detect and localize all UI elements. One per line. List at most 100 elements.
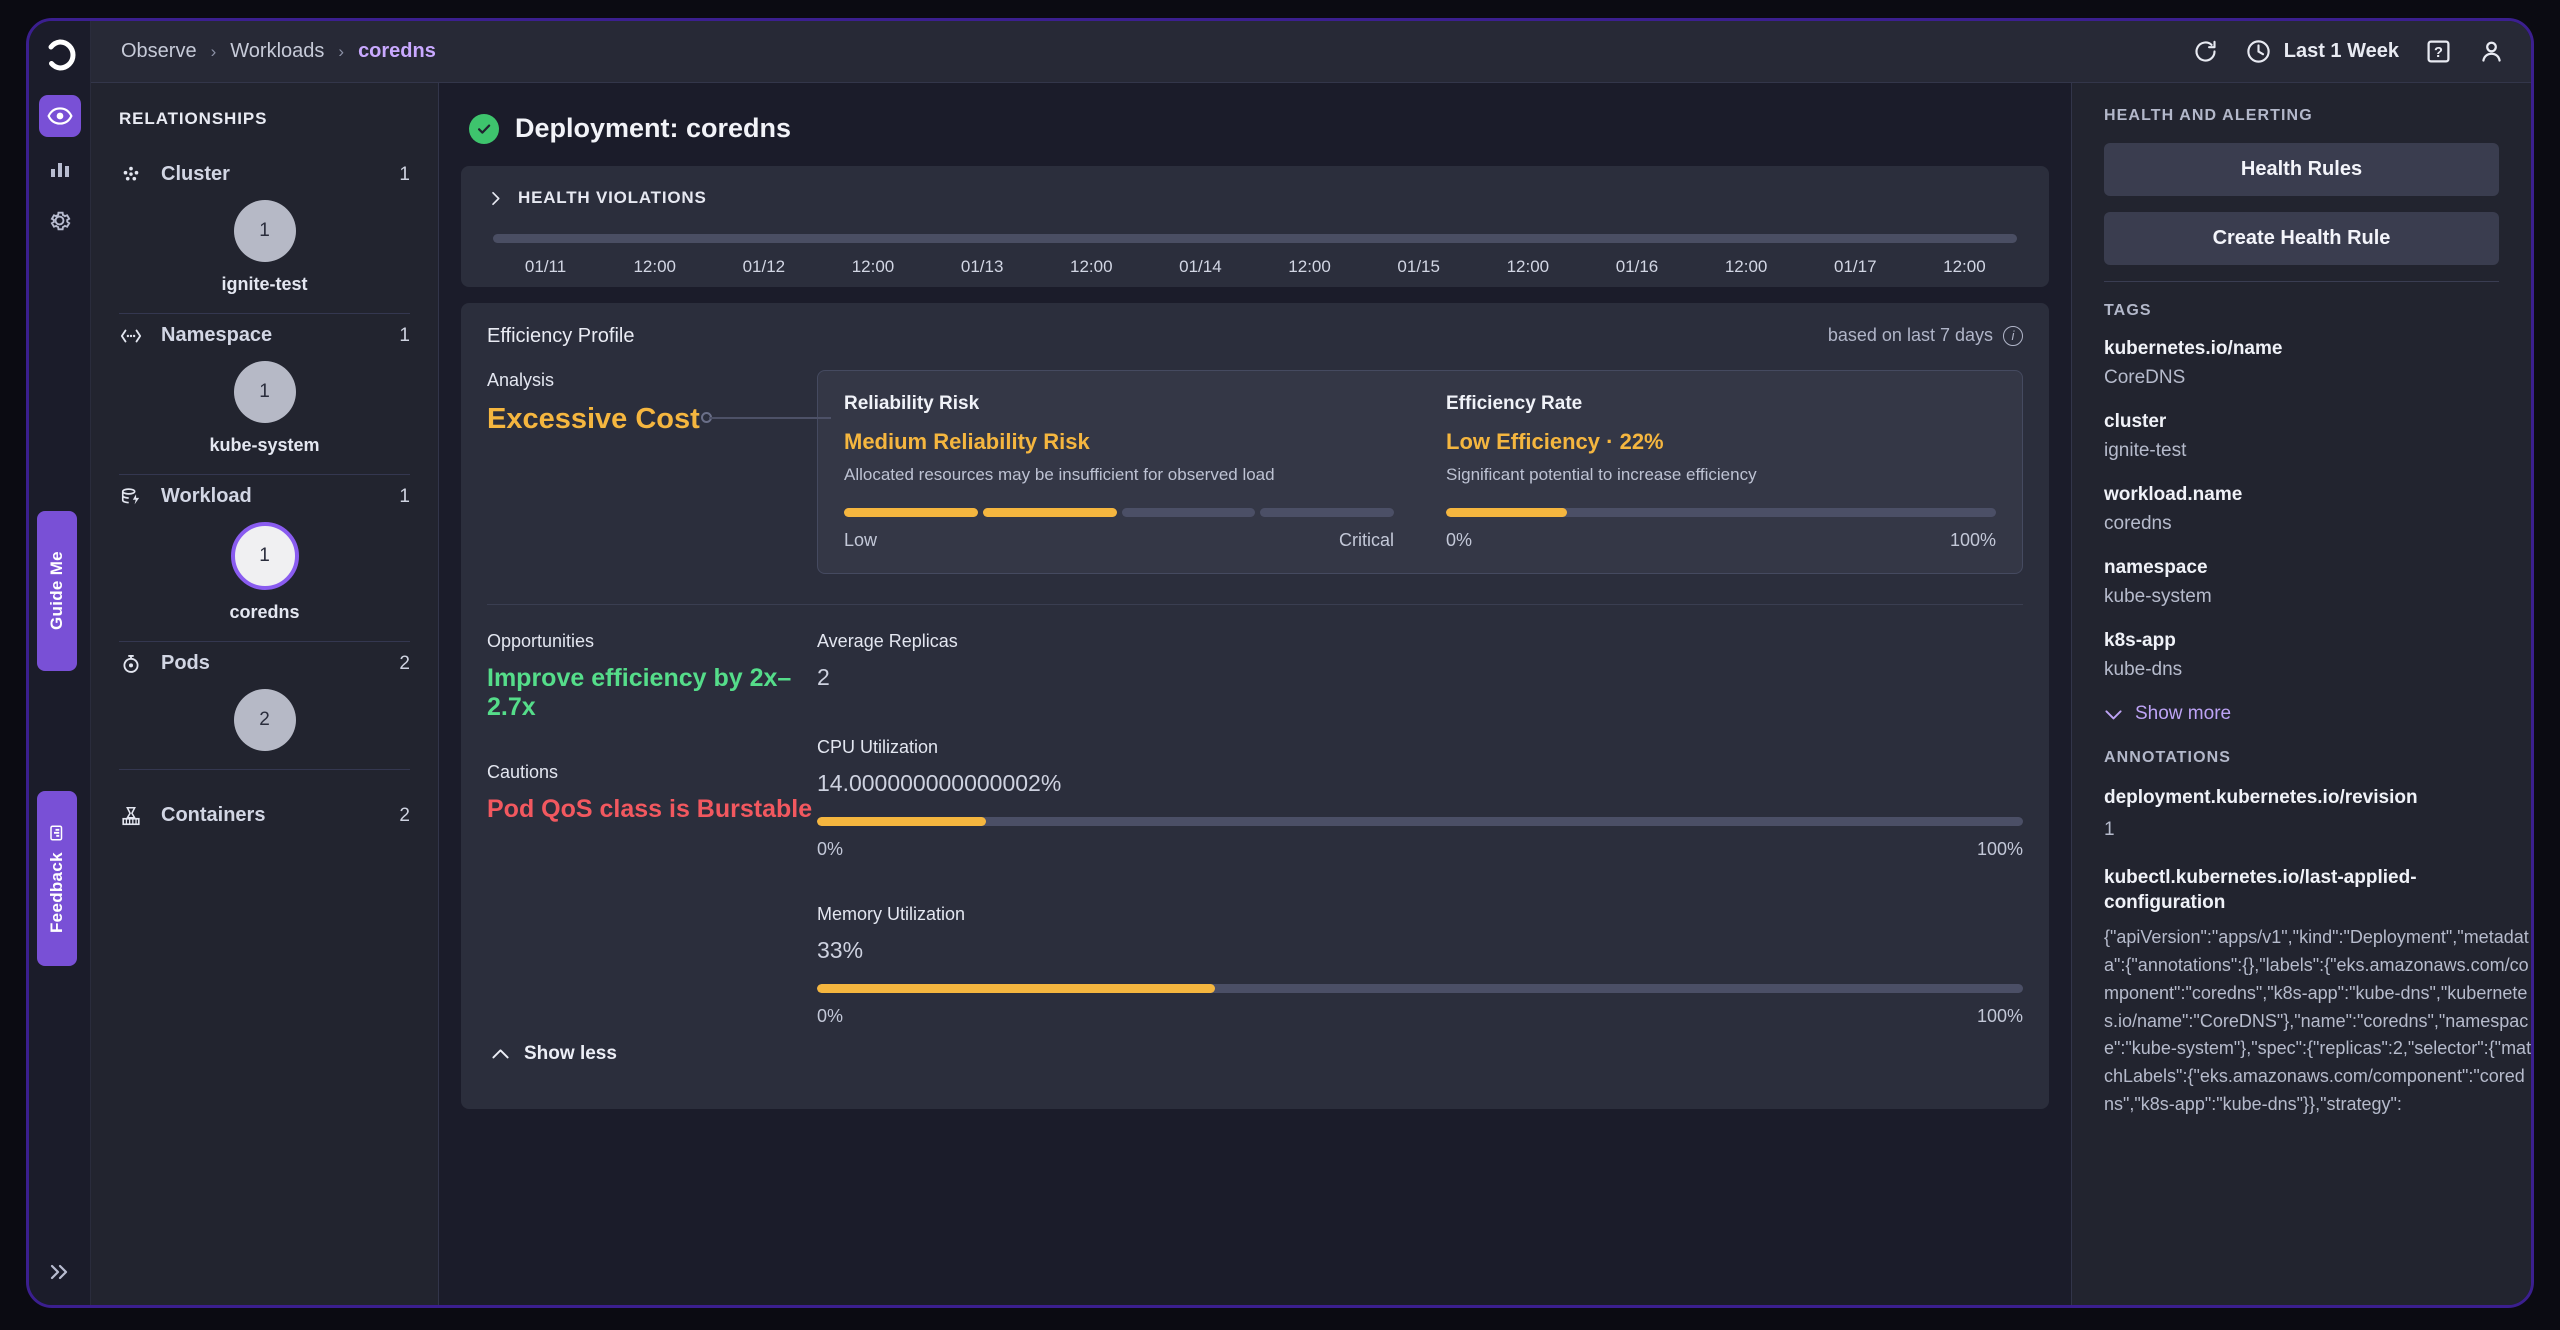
feedback-label: Feedback (47, 852, 66, 933)
cautions-value: Pod QoS class is Burstable (487, 794, 813, 823)
scale-min: 0% (817, 1005, 844, 1026)
center-content: Deployment: coredns HEALTH VIOLATIONS 01… (439, 83, 2071, 1305)
create-health-rule-button[interactable]: Create Health Rule (2104, 212, 2499, 265)
relationship-node[interactable]: 2 (119, 689, 410, 751)
scale-max: 100% (1976, 838, 2023, 859)
axis-tick: 01/14 (1179, 257, 1222, 276)
eye-icon (46, 107, 73, 125)
memory-utilization-block: Memory Utilization 33% 0% 100% (817, 904, 2023, 1027)
scale-min: Low (844, 529, 878, 550)
tag-key: namespace (2104, 557, 2208, 578)
relationship-label: Cluster (161, 163, 230, 185)
segment (1260, 507, 1394, 517)
axis-tick: 01/11 (524, 257, 567, 276)
ignite-logo-icon[interactable] (42, 37, 78, 73)
relationship-count: 2 (399, 804, 410, 826)
relationship-group-workload: Workload 1 1 coredns (119, 477, 410, 642)
svg-text:?: ? (2434, 45, 2443, 61)
efficiency-profile-header: Efficiency Profile based on last 7 days … (487, 325, 2023, 348)
tag-item: kubernetes.io/name CoreDNS (2104, 338, 2499, 389)
annotation-value: 1 (2104, 818, 2115, 840)
analysis-block: Analysis Excessive Cost (487, 370, 817, 574)
app-root: Guide Me Feedback Observe › Workloads › … (0, 0, 2560, 1330)
annotations-title: ANNOTATIONS (2104, 749, 2232, 766)
info-icon[interactable]: i (2003, 325, 2023, 346)
health-rules-button[interactable]: Health Rules (2104, 143, 2499, 196)
health-violations-header[interactable]: HEALTH VIOLATIONS (487, 188, 2023, 208)
rail-item-analytics[interactable] (39, 147, 81, 189)
breadcrumb-observe[interactable]: Observe (121, 40, 197, 63)
main-column: Observe › Workloads › coredns Last 1 Wee… (91, 21, 2531, 1305)
tag-key: cluster (2104, 411, 2167, 432)
refresh-icon[interactable] (2192, 38, 2219, 65)
relationship-count: 2 (399, 652, 410, 674)
node-label: coredns (229, 602, 300, 622)
breadcrumb-separator-icon: › (210, 41, 217, 61)
breadcrumb-workloads[interactable]: Workloads (230, 40, 324, 63)
reliability-risk-panel: Reliability Risk Medium Reliability Risk… (844, 393, 1420, 551)
expand-rail-button[interactable] (29, 1261, 91, 1283)
user-icon[interactable] (2478, 38, 2505, 65)
axis-tick: 01/16 (1615, 257, 1659, 276)
relationship-label: Containers (161, 804, 266, 826)
cpu-utilization-scale: 0% 100% (817, 839, 2023, 860)
node-circle: 1 (233, 200, 296, 262)
show-less-button[interactable]: Show less (487, 1037, 2023, 1083)
feedback-tab[interactable]: Feedback (37, 791, 77, 966)
segment (844, 507, 978, 517)
relationship-header[interactable]: Namespace 1 (119, 316, 410, 347)
relationship-header[interactable]: Cluster 1 (119, 155, 410, 186)
risk-panels: Reliability Risk Medium Reliability Risk… (817, 370, 2023, 574)
chevron-up-icon (491, 1046, 510, 1061)
axis-tick: 12:00 (1288, 257, 1331, 276)
divider (2104, 281, 2499, 282)
node-label: kube-system (209, 435, 320, 455)
relationship-header[interactable]: Pods 2 (119, 644, 410, 675)
breadcrumb-coredns[interactable]: coredns (358, 40, 436, 63)
tag-item: namespace kube-system (2104, 557, 2499, 608)
right-sidebar: HEALTH AND ALERTING Health Rules Create … (2071, 83, 2531, 1305)
show-less-label: Show less (524, 1042, 617, 1064)
help-icon[interactable]: ? (2425, 38, 2452, 65)
health-violations-timeline-track[interactable] (493, 234, 2017, 243)
feedback-icon (50, 825, 63, 841)
tag-key: k8s-app (2104, 630, 2176, 651)
metrics-left-column: Opportunities Improve efficiency by 2x–2… (487, 631, 817, 1037)
annotation-key: kubectl.kubernetes.io/last-applied-confi… (2104, 866, 2417, 914)
guide-me-tab[interactable]: Guide Me (37, 511, 77, 671)
relationship-header[interactable]: Workload 1 (119, 477, 410, 508)
average-replicas-value: 2 (817, 663, 830, 690)
axis-tick: 01/15 (1397, 257, 1440, 276)
body-row: RELATIONSHIPS Cluster 1 1 ignite-test Na… (91, 83, 2531, 1305)
rail-item-observe[interactable] (38, 95, 81, 137)
relationship-node[interactable]: 1 ignite-test (119, 200, 410, 295)
tag-key: workload.name (2104, 484, 2243, 505)
chevron-right-icon[interactable] (487, 190, 504, 207)
efficiency-rate-panel: Efficiency Rate Low Efficiency · 22% Sig… (1420, 393, 1996, 551)
opportunities-value: Improve efficiency by 2x–2.7x (487, 663, 792, 721)
efficiency-rate-scale: 0% 100% (1446, 530, 1996, 551)
health-violations-title: HEALTH VIOLATIONS (518, 188, 707, 207)
relationship-group-cluster: Cluster 1 1 ignite-test (119, 155, 410, 314)
tags-title: TAGS (2104, 302, 2152, 319)
show-more-tags-button[interactable]: Show more (2104, 703, 2499, 725)
health-violations-axis: 01/11 12:00 01/12 12:00 01/13 12:00 01/1… (491, 257, 2019, 277)
axis-tick: 12:00 (1724, 257, 1768, 276)
relationship-header[interactable]: Containers 2 (119, 796, 410, 827)
containers-icon (119, 805, 143, 827)
average-replicas-block: Average Replicas 2 (817, 631, 2023, 691)
note-text: based on last 7 days (1827, 325, 1993, 345)
page-title: Deployment: coredns (515, 113, 792, 143)
metrics-row: Opportunities Improve efficiency by 2x–2… (487, 631, 2023, 1037)
memory-utilization-bar-fill (817, 983, 1215, 993)
relationship-node[interactable]: 1 kube-system (119, 361, 410, 456)
time-range-picker[interactable]: Last 1 Week (2245, 38, 2399, 65)
cautions-block: Cautions Pod QoS class is Burstable (487, 762, 817, 824)
reliability-risk-subtitle: Allocated resources may be insufficient … (844, 465, 1275, 484)
relationship-label: Pods (161, 652, 210, 674)
relationship-node-selected[interactable]: 1 coredns (119, 522, 410, 623)
tag-value: kube-dns (2104, 659, 2183, 680)
relationship-count: 1 (399, 163, 410, 185)
rail-item-settings[interactable] (39, 199, 81, 241)
relationships-panel: RELATIONSHIPS Cluster 1 1 ignite-test Na… (91, 83, 439, 1305)
